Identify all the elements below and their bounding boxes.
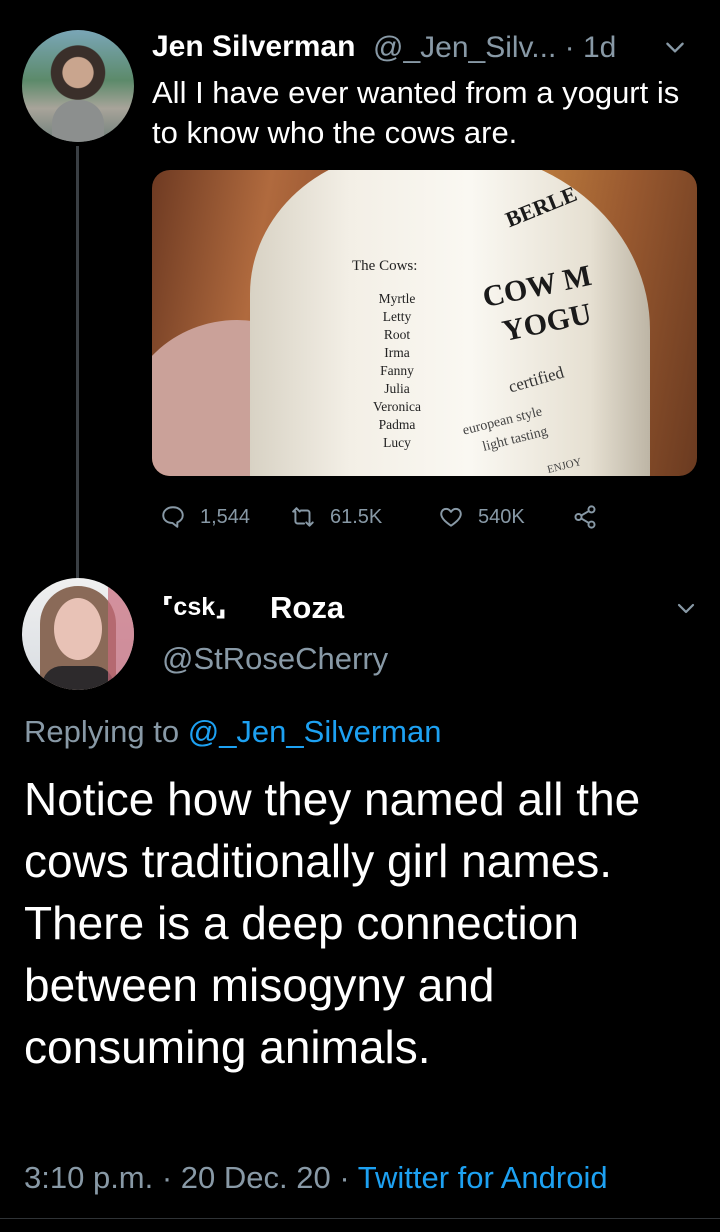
display-name[interactable]: Roza xyxy=(270,590,344,626)
retweet-button[interactable]: 61.5K xyxy=(290,500,382,534)
divider xyxy=(0,1218,720,1219)
cow-name: Lucy xyxy=(383,435,411,450)
reply-button[interactable]: 1,544 xyxy=(160,500,250,534)
handle[interactable]: @StRoseCherry xyxy=(162,641,388,677)
reply-text: Notice how they named all the cows tradi… xyxy=(24,773,641,1073)
avatar[interactable] xyxy=(22,578,134,690)
cow-name: Root xyxy=(383,327,411,342)
cows-list: Myrtle Letty Root Irma Fanny Julia Veron… xyxy=(357,290,437,452)
cows-title: The Cows: xyxy=(352,258,418,274)
share-icon xyxy=(574,505,596,529)
replying-to: Replying to @_Jen_Silverman xyxy=(24,714,441,750)
reply-icon xyxy=(162,506,184,528)
date: · 20 Dec. 20 · xyxy=(161,1160,350,1195)
cow-name: Veronica xyxy=(373,399,421,414)
replying-handle-link[interactable]: @_Jen_Silverman xyxy=(188,714,442,749)
cow-name: Irma xyxy=(384,345,410,360)
source-link[interactable]: Twitter for Android xyxy=(358,1160,608,1195)
retweet-icon xyxy=(292,507,314,527)
tweet-photo[interactable]: The Cows: Myrtle Letty Root Irma Fanny J… xyxy=(152,170,697,476)
timestamp[interactable]: 3:10 p.m. xyxy=(24,1160,153,1195)
like-count: 540K xyxy=(478,505,525,528)
avatar[interactable] xyxy=(22,30,134,142)
share-button[interactable] xyxy=(572,500,612,534)
chevron-down-icon[interactable] xyxy=(674,596,698,620)
tweet-text: All I have ever wanted from a yogurt is … xyxy=(152,75,680,150)
reply-count: 1,544 xyxy=(200,505,251,528)
cow-name: Letty xyxy=(382,309,412,324)
handle-and-time: @_Jen_Silv... · 1d xyxy=(373,31,616,65)
replying-label: Replying to xyxy=(24,714,180,749)
heart-icon xyxy=(440,507,462,527)
cow-name: Myrtle xyxy=(378,291,416,306)
timestamp[interactable]: · 1d xyxy=(565,31,617,64)
chevron-down-icon[interactable] xyxy=(662,34,688,60)
handle[interactable]: @_Jen_Silv... xyxy=(373,31,556,64)
like-button[interactable]: 540K xyxy=(438,500,525,534)
display-name[interactable]: Jen Silverman xyxy=(152,30,355,64)
retweet-count: 61.5K xyxy=(330,505,383,528)
cow-name: Padma xyxy=(378,417,416,432)
display-name-prefix: ⸢csk⸥ xyxy=(162,593,227,621)
cow-name: Julia xyxy=(384,381,410,396)
tweet-meta: 3:10 p.m. · 20 Dec. 20 · Twitter for And… xyxy=(24,1160,608,1196)
cow-name: Fanny xyxy=(380,363,414,378)
thread-line xyxy=(76,146,79,584)
